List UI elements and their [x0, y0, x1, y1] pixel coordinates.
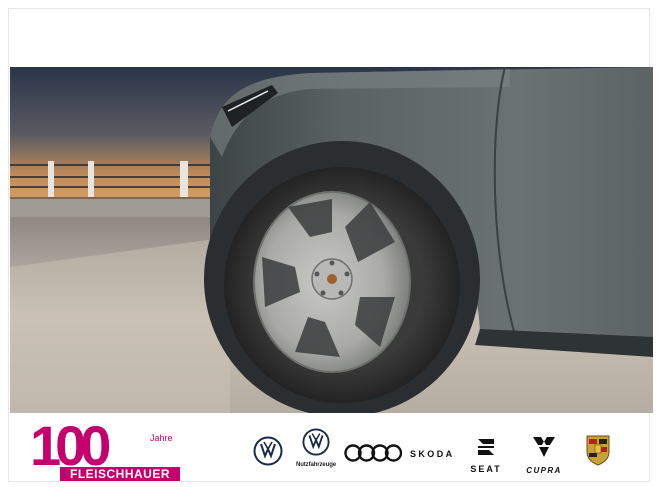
cupra-logo: CUPRA — [517, 436, 571, 475]
cupra-label: CUPRA — [526, 466, 562, 475]
vw-nutzfahrzeuge-logo: Nutzfahrzeuge — [292, 428, 340, 474]
porsche-crest-icon — [586, 435, 610, 466]
vw-nutzfahrzeuge-icon — [302, 428, 330, 456]
skoda-logo: SKODA — [410, 449, 455, 459]
vw-logo-icon — [253, 436, 283, 466]
vehicle-wheel-illustration — [10, 67, 653, 413]
fleischhauer-100-logo: 100 Jahre FLEISCHHAUER — [30, 419, 180, 481]
seat-label: SEAT — [470, 464, 502, 474]
seat-logo: SEAT — [463, 436, 509, 474]
anniversary-word: Jahre — [150, 433, 173, 443]
cupra-tribal-icon — [533, 437, 555, 457]
audi-logo-icon — [344, 444, 402, 462]
vw-nutzfahrzeuge-label: Nutzfahrzeuge — [295, 462, 337, 468]
vehicle-photo — [10, 67, 653, 413]
dealer-name: FLEISCHHAUER — [70, 467, 170, 481]
brand-footer: 100 Jahre FLEISCHHAUER Nutzfahrzeuge SKO… — [10, 416, 653, 482]
seat-s-icon — [478, 439, 494, 455]
